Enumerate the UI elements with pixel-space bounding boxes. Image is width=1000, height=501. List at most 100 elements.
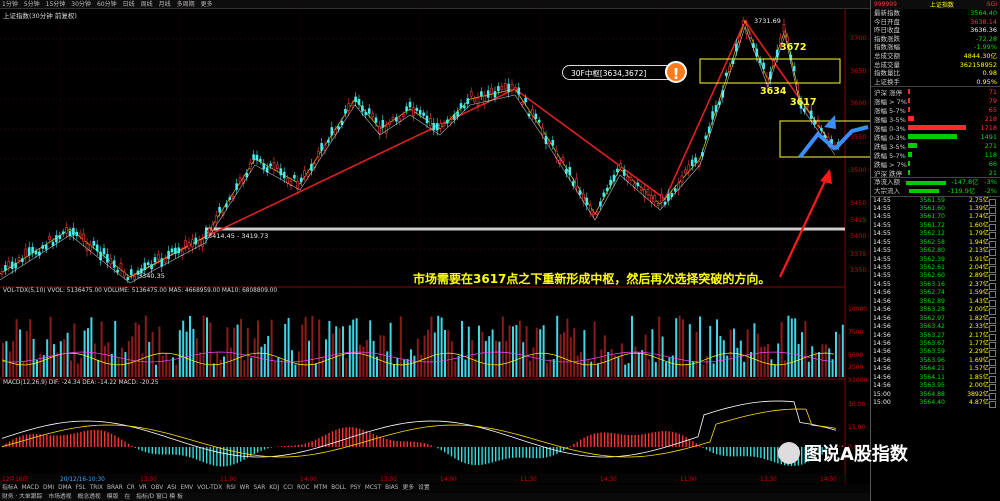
volume-bar bbox=[257, 320, 259, 377]
volume-bar bbox=[365, 339, 368, 377]
indicator-tab-24[interactable]: 更多 bbox=[402, 484, 414, 493]
candle-body bbox=[129, 269, 133, 276]
period-tab-4[interactable]: 60分钟 bbox=[97, 0, 117, 8]
stat-value: -1.99% bbox=[974, 43, 997, 52]
indicator-tab-23[interactable]: BIAS bbox=[385, 484, 398, 493]
candle-body bbox=[707, 126, 711, 133]
indicator-tab-3[interactable]: DMA bbox=[58, 484, 71, 493]
indicator-tab-22[interactable]: MCST bbox=[365, 484, 381, 493]
status-item-4[interactable]: 在 bbox=[124, 493, 130, 501]
candle-body bbox=[255, 154, 259, 161]
tick-flag-icon bbox=[989, 232, 996, 240]
candle-body bbox=[65, 227, 68, 234]
candle-body bbox=[463, 105, 466, 109]
indicator-tabs: 指标A MACD DMI DMA FSL TRIX BRAR CR VR OBV ASI EMV VOL… bbox=[0, 484, 870, 493]
macd-indicator-label: MACD(12,26,9) DIF: -24.34 DEA: -14.22 MA… bbox=[3, 380, 159, 386]
period-tab-0[interactable]: 1分钟 bbox=[2, 0, 18, 8]
period-tab-2[interactable]: 15分钟 bbox=[46, 0, 66, 8]
macd-bar bbox=[450, 447, 453, 457]
indicator-tab-19[interactable]: MTM bbox=[314, 484, 328, 493]
volume-bar bbox=[461, 320, 463, 377]
indicator-tab-13[interactable]: RSI bbox=[226, 484, 235, 493]
indicator-tab-20[interactable]: BOLL bbox=[331, 484, 346, 493]
volume-bar bbox=[532, 347, 535, 377]
status-item-3[interactable]: 模版 bbox=[107, 493, 119, 501]
candle-body bbox=[429, 118, 432, 127]
macd-bar bbox=[471, 447, 473, 465]
candle-body bbox=[622, 169, 626, 176]
period-tab-1[interactable]: 5分钟 bbox=[24, 0, 40, 8]
tick-row: 14:56 3562.97 1.82亿 bbox=[871, 315, 1000, 324]
indicator-tab-9[interactable]: OBV bbox=[151, 484, 163, 493]
candle-body bbox=[109, 258, 113, 265]
volume-bar bbox=[270, 319, 273, 377]
candle-body bbox=[102, 248, 106, 255]
period-tab-9[interactable]: 更多 bbox=[201, 0, 213, 8]
macd-bar bbox=[202, 447, 204, 463]
candle-body bbox=[167, 251, 170, 259]
candle-body bbox=[333, 129, 337, 135]
period-tab-3[interactable]: 30分钟 bbox=[71, 0, 91, 8]
indicator-tab-11[interactable]: EMV bbox=[181, 484, 194, 493]
indicator-tab-2[interactable]: DMI bbox=[43, 484, 54, 493]
candle-body bbox=[41, 245, 45, 249]
indicator-tab-25[interactable]: 设置 bbox=[418, 484, 430, 493]
indicator-tab-1[interactable]: MACD bbox=[22, 484, 39, 493]
candle-body bbox=[323, 144, 327, 151]
candle-body bbox=[303, 170, 306, 177]
indicator-tab-4[interactable]: FSL bbox=[76, 484, 86, 493]
period-tab-7[interactable]: 月线 bbox=[159, 0, 171, 8]
indicator-tab-8[interactable]: VR bbox=[139, 484, 147, 493]
candle-body bbox=[724, 72, 728, 76]
volume-bar bbox=[478, 325, 480, 377]
indicator-tab-21[interactable]: PSY bbox=[350, 484, 361, 493]
volume-bar bbox=[263, 344, 266, 377]
candle-body bbox=[653, 194, 657, 202]
indicator-tab-14[interactable]: WR bbox=[240, 484, 250, 493]
indicator-tab-5[interactable]: TRIX bbox=[90, 484, 103, 493]
macd-bar bbox=[631, 435, 633, 447]
macd-bar bbox=[257, 447, 259, 453]
macd-bar bbox=[328, 432, 330, 447]
time-tick-label: 12月16日 bbox=[2, 476, 28, 483]
candle-body bbox=[248, 162, 252, 169]
time-tick-label: 13:30 bbox=[140, 477, 157, 483]
indicator-tab-18[interactable]: ROC bbox=[297, 484, 310, 493]
macd-bar bbox=[440, 447, 442, 451]
indicator-tab-10[interactable]: ASI bbox=[167, 484, 176, 493]
indicator-tab-6[interactable]: BRAR bbox=[107, 484, 123, 493]
tick-list[interactable]: 14:55 3561.59 2.75亿 14:55 3561.60 1.39亿 14:5… bbox=[871, 195, 1000, 409]
volume-bar bbox=[464, 359, 467, 377]
macd-bar bbox=[229, 447, 232, 466]
macd-bar bbox=[498, 447, 500, 461]
period-tab-6[interactable]: 周线 bbox=[141, 0, 153, 8]
candle-body bbox=[446, 119, 449, 124]
indicator-tab-12[interactable]: VOL-TDX bbox=[197, 484, 222, 493]
volume-bar bbox=[396, 357, 399, 377]
macd-bar bbox=[705, 447, 708, 450]
status-item-1[interactable]: 市场透视 bbox=[48, 493, 71, 501]
volume-bar bbox=[158, 326, 161, 377]
period-tab-5[interactable]: 日线 bbox=[123, 0, 135, 8]
status-item-5[interactable]: 指标/D 窗口 模 板 bbox=[136, 493, 183, 501]
quote-header: 999999 上证指数 SGI bbox=[871, 0, 1000, 9]
period-tab-8[interactable]: 多周期 bbox=[177, 0, 195, 8]
breadth-bar bbox=[908, 143, 917, 149]
indicator-tab-0[interactable]: 指标A bbox=[2, 484, 18, 493]
indicator-tab-7[interactable]: CR bbox=[127, 484, 135, 493]
status-item-2[interactable]: 概念透视 bbox=[78, 493, 101, 501]
indicator-tab-17[interactable]: CCI bbox=[283, 484, 293, 493]
candle-body bbox=[735, 43, 738, 52]
kline-chart[interactable]: 3700 3650 3600 3550 3500 3450 3425 3400 3375 3350… bbox=[0, 9, 870, 484]
tick-flag-icon bbox=[989, 350, 996, 358]
volume-bar bbox=[229, 347, 232, 377]
volume-bar bbox=[301, 324, 304, 377]
candle-body bbox=[514, 86, 517, 91]
stat-label: 指数量比 bbox=[874, 69, 900, 78]
volume-bar bbox=[161, 355, 164, 377]
indicator-tab-15[interactable]: SAR bbox=[253, 484, 265, 493]
candle-body bbox=[568, 167, 572, 176]
indicator-tab-16[interactable]: KDJ bbox=[269, 484, 279, 493]
macd-bar bbox=[311, 441, 313, 447]
status-item-0[interactable]: 财务 · 大单跟踪 bbox=[2, 493, 42, 501]
